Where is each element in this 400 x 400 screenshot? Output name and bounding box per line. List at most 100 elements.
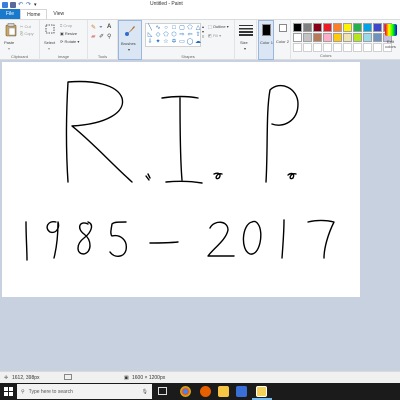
save-icon[interactable] <box>10 1 16 8</box>
size-dropdown-icon[interactable]: ▾ <box>244 46 246 51</box>
undo-icon[interactable]: ↶ <box>18 2 24 8</box>
oval-shape-icon[interactable]: ○ <box>162 24 170 31</box>
firefox-icon[interactable] <box>200 386 211 397</box>
select-dropdown-icon[interactable]: ▾ <box>48 46 50 51</box>
color1-selector[interactable]: Color 1 <box>258 20 274 60</box>
right-triangle-shape-icon[interactable]: ◺ <box>146 31 154 38</box>
hexagon-shape-icon[interactable]: ⬡ <box>170 31 178 38</box>
shapes-scroll-icon[interactable]: ▴ ▾ ≡ <box>202 24 204 39</box>
palette-swatch[interactable] <box>333 43 342 52</box>
triangle-shape-icon[interactable]: △ <box>194 24 202 31</box>
edit-colors-group[interactable]: Edit colors <box>381 20 400 60</box>
right-arrow-shape-icon[interactable]: ⇨ <box>178 31 186 38</box>
paste-dropdown-icon[interactable]: ▾ <box>8 46 10 51</box>
text-icon[interactable]: A <box>107 24 111 30</box>
palette-swatch[interactable] <box>303 43 312 52</box>
palette-swatch[interactable] <box>293 43 302 52</box>
palette-swatch[interactable] <box>293 33 302 42</box>
up-arrow-shape-icon[interactable]: ⇧ <box>194 31 202 38</box>
palette-swatch[interactable] <box>323 43 332 52</box>
line-shape-icon[interactable]: ╲ <box>146 24 154 31</box>
four-point-star-shape-icon[interactable]: ✦ <box>154 38 162 45</box>
down-arrow-shape-icon[interactable]: ⇩ <box>146 38 154 45</box>
redo-icon[interactable]: ↷ <box>26 2 32 8</box>
fill-bucket-icon[interactable]: ◒ <box>99 24 103 30</box>
palette-swatch[interactable] <box>353 23 362 32</box>
paste-icon[interactable] <box>5 23 17 37</box>
cloud-callout-shape-icon[interactable]: ☁ <box>194 38 202 45</box>
crop-label: Crop <box>63 23 73 28</box>
palette-swatch[interactable] <box>323 33 332 42</box>
rounded-rectangle-shape-icon[interactable]: ▢ <box>178 24 186 31</box>
five-point-star-shape-icon[interactable]: ☆ <box>162 38 170 45</box>
brushes-group[interactable]: Brushes ▾ <box>118 20 142 60</box>
curve-shape-icon[interactable]: ∿ <box>154 24 162 31</box>
select-button[interactable]: Select <box>44 40 55 45</box>
chrome-icon[interactable] <box>180 386 191 397</box>
six-point-star-shape-icon[interactable]: ✡ <box>170 38 178 45</box>
tab-view[interactable]: View <box>47 9 70 19</box>
palette-swatch[interactable] <box>293 23 302 32</box>
rectangle-shape-icon[interactable]: □ <box>170 24 178 31</box>
paint-taskbar-icon[interactable] <box>256 386 267 397</box>
paste-button[interactable]: Paste <box>4 40 14 45</box>
size-group[interactable]: Size ▾ <box>235 20 257 60</box>
stroke-letter-e-1 <box>213 172 223 180</box>
brushes-button[interactable]: Brushes <box>121 41 136 46</box>
copy-button[interactable]: ⎘ Copy <box>20 31 34 36</box>
size-button[interactable]: Size <box>240 40 248 45</box>
task-view-icon[interactable] <box>158 387 167 395</box>
windows-start-icon[interactable] <box>4 387 13 396</box>
select-icon[interactable] <box>45 24 55 34</box>
palette-swatch[interactable] <box>303 33 312 42</box>
cursor-position: 1612, 398px <box>12 375 40 381</box>
store-icon[interactable] <box>236 386 247 397</box>
color2-selector[interactable]: Color 2 <box>275 20 291 60</box>
cut-button[interactable]: ✂ Cut <box>20 24 31 29</box>
shapes-gallery: ╲ ∿ ○ □ ▢ ⬠ △ ◺ ◇ ⬠ ⬡ ⇨ ⇦ ⇧ ⇩ ✦ ☆ ✡ ▭ ◯ … <box>145 23 201 47</box>
eraser-icon[interactable]: ▰ <box>91 33 96 40</box>
palette-swatch[interactable] <box>333 33 342 42</box>
left-arrow-shape-icon[interactable]: ⇦ <box>186 31 194 38</box>
rotate-button[interactable]: ⟳ Rotate ▾ <box>60 39 79 44</box>
microphone-icon[interactable]: 🎙 <box>142 389 148 395</box>
polygon-shape-icon[interactable]: ⬠ <box>186 24 194 31</box>
oval-callout-shape-icon[interactable]: ◯ <box>186 38 194 45</box>
palette-swatch[interactable] <box>363 43 372 52</box>
title-bar: ↶ ↷ ▾ Untitled - Paint <box>0 0 400 9</box>
file-explorer-icon[interactable] <box>218 386 229 397</box>
line-size-icon <box>239 25 253 36</box>
palette-swatch[interactable] <box>313 23 322 32</box>
palette-swatch[interactable] <box>343 33 352 42</box>
palette-swatch[interactable] <box>303 23 312 32</box>
palette-swatch[interactable] <box>323 23 332 32</box>
outline-button[interactable]: ⬚ Outline ▾ <box>208 24 229 29</box>
palette-swatch[interactable] <box>353 33 362 42</box>
magnifier-icon[interactable]: ⚲ <box>107 33 111 40</box>
palette-swatch[interactable] <box>363 33 372 42</box>
palette-swatch[interactable] <box>363 23 372 32</box>
diamond-shape-icon[interactable]: ◇ <box>154 31 162 38</box>
brushes-dropdown-icon[interactable]: ▾ <box>128 47 130 52</box>
drawing-canvas[interactable] <box>2 62 360 297</box>
palette-swatch[interactable] <box>333 23 342 32</box>
palette-swatch[interactable] <box>313 33 322 42</box>
customize-quick-access-icon[interactable]: ▾ <box>34 2 40 8</box>
palette-swatch[interactable] <box>343 43 352 52</box>
tab-file[interactable]: File <box>0 9 21 19</box>
pencil-icon[interactable]: ✎ <box>91 24 96 31</box>
pentagon-shape-icon[interactable]: ⬠ <box>162 31 170 38</box>
rotate-label: Rotate <box>64 39 77 44</box>
fill-button[interactable]: ◩ Fill ▾ <box>208 33 221 38</box>
taskbar-search[interactable]: ⚲ Type here to search 🎙 <box>17 384 152 399</box>
resize-button[interactable]: ▣ Resize <box>60 31 77 36</box>
crop-button[interactable]: ⌗ Crop <box>60 23 72 28</box>
clipboard-group: Paste ▾ ✂ Cut ⎘ Copy Clipboard <box>0 20 40 60</box>
palette-swatch[interactable] <box>313 43 322 52</box>
search-placeholder: Type here to search <box>28 388 73 395</box>
palette-swatch[interactable] <box>343 23 352 32</box>
tab-home[interactable]: Home <box>20 9 48 19</box>
callout-shape-icon[interactable]: ▭ <box>178 38 186 45</box>
palette-swatch[interactable] <box>353 43 362 52</box>
color-picker-icon[interactable]: ✐ <box>99 33 104 40</box>
